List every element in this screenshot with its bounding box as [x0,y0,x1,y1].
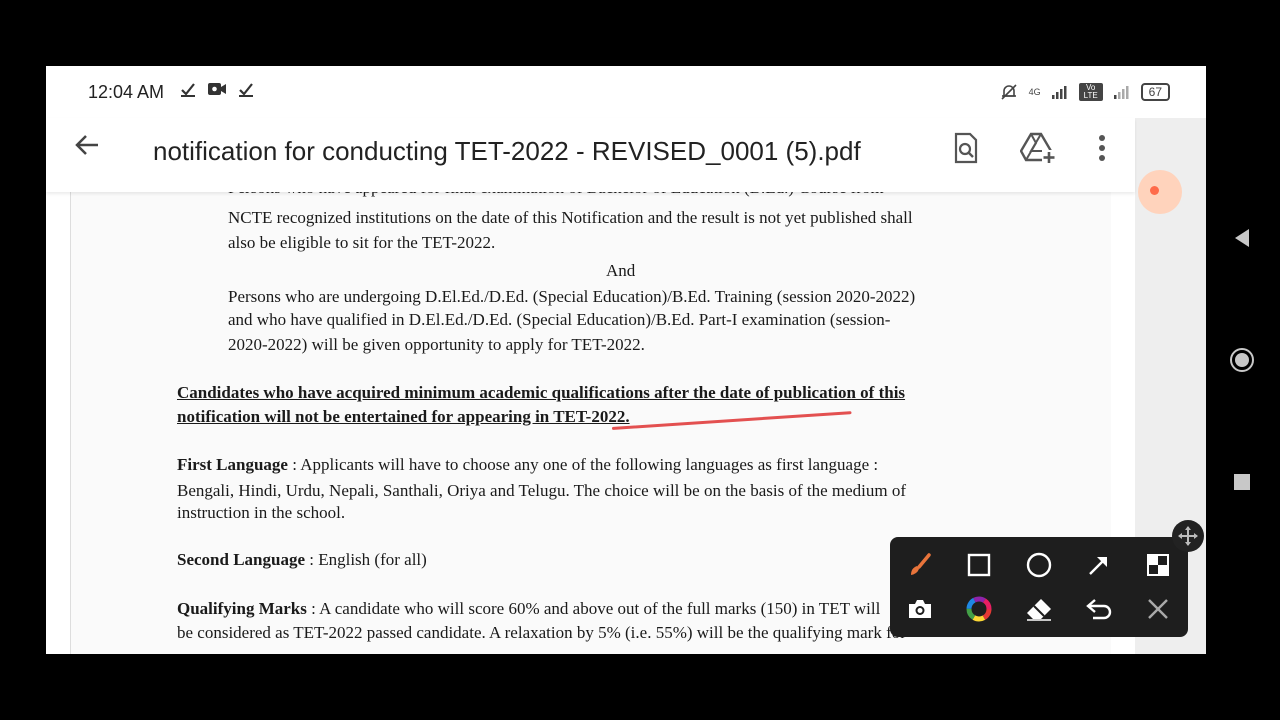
first-language-label: First Language [177,455,288,474]
add-to-drive-button[interactable] [1018,128,1058,168]
nav-recents-icon [1234,474,1250,490]
eraser-tool[interactable] [1021,591,1057,627]
nav-home-button[interactable] [1226,344,1258,376]
doc-first-language-line1: First Language : Applicants will have to… [177,452,878,477]
screen-annotation-toolbar [890,537,1188,637]
volte-label: Vo LTE [1078,83,1103,101]
more-options-button[interactable] [1082,128,1122,168]
nav-back-button[interactable] [1226,222,1258,254]
network-4g-label: 4G [1028,87,1041,97]
color-wheel-icon [966,596,992,622]
qualifying-marks-label: Qualifying Marks [177,599,307,618]
doc-para2-line1: Persons who are undergoing D.El.Ed./D.Ed… [228,287,916,306]
close-annotation-tool[interactable] [1140,591,1176,627]
screenshot-tool[interactable] [902,591,938,627]
signal-icon [1051,86,1067,99]
qualifying-marks-text: : A candidate who will score 60% and abo… [311,599,881,618]
brush-tool[interactable] [902,547,938,583]
undo-tool[interactable] [1081,591,1117,627]
search-in-document-button[interactable] [946,128,986,168]
circle-icon [1026,552,1052,578]
arrow-icon [1088,557,1107,575]
brush-icon [910,553,931,575]
doc-notice-line1: Candidates who have acquired minimum aca… [177,383,906,402]
doc-qualifying-line1: Qualifying Marks : A candidate who will … [177,596,880,621]
check-icon [181,83,195,97]
doc-and: And [606,261,636,280]
mosaic-tool[interactable] [1140,547,1176,583]
status-right: 4G Vo LTE 67 [999,82,1170,102]
second-language-label: Second Language [177,550,305,569]
check-icon-2 [239,83,254,97]
app-toolbar: notification for conducting TET-2022 - R… [46,118,1135,192]
floating-recorder-bubble[interactable] [1138,170,1182,214]
signal-icon-2 [1113,86,1129,99]
video-icon [208,83,227,95]
circle-tool[interactable] [1021,547,1057,583]
color-picker-tool[interactable] [961,591,997,627]
doc-second-language: Second Language : English (for all) [177,547,427,572]
notification-icons [180,81,254,102]
doc-para1-line1: NCTE recognized institutions on the date… [228,208,913,227]
annotation-row-1 [890,543,1188,587]
doc-search-icon [954,132,978,164]
doc-first-language-line3: instruction in the school. [177,503,346,522]
system-nav-bar [1206,0,1280,720]
close-icon [1148,599,1169,619]
more-vert-icon [1099,135,1105,161]
battery-indicator: 67 [1140,83,1170,101]
doc-para1-line2: also be eligible to sit for the TET-2022… [228,233,496,252]
move-toolbar-handle[interactable] [1172,520,1204,552]
doc-qualifying-line2: be considered as TET-2022 passed candida… [177,623,906,642]
nav-back-icon [1235,229,1249,247]
doc-para2-line3: 2020-2022) will be given opportunity to … [228,335,645,354]
camera-icon [908,600,931,618]
rectangle-icon [968,553,991,577]
back-button[interactable] [72,130,102,168]
mosaic-icon [1147,554,1170,576]
undo-icon [1085,599,1111,620]
drive-add-icon [1020,132,1056,164]
mute-bell-icon [1001,84,1017,100]
status-time: 12:04 AM [88,82,165,102]
move-arrows-icon [1178,526,1198,546]
nav-home-icon [1230,348,1254,372]
doc-para2-line2: and who have qualified in D.El.Ed./D.Ed.… [228,310,891,329]
rectangle-tool[interactable] [961,547,997,583]
document-title: notification for conducting TET-2022 - R… [153,136,861,166]
first-language-text: : Applicants will have to choose any one… [292,455,879,474]
nav-recents-button[interactable] [1226,466,1258,498]
eraser-icon [1026,599,1051,621]
arrow-tool[interactable] [1081,547,1117,583]
back-arrow-icon [75,135,98,155]
doc-notice-line2: notification will not be entertained for… [177,407,630,426]
second-language-text: : English (for all) [309,550,427,569]
status-bar: 12:04 AM 4G Vo LTE 67 [46,66,1206,118]
annotation-row-2 [890,587,1188,631]
